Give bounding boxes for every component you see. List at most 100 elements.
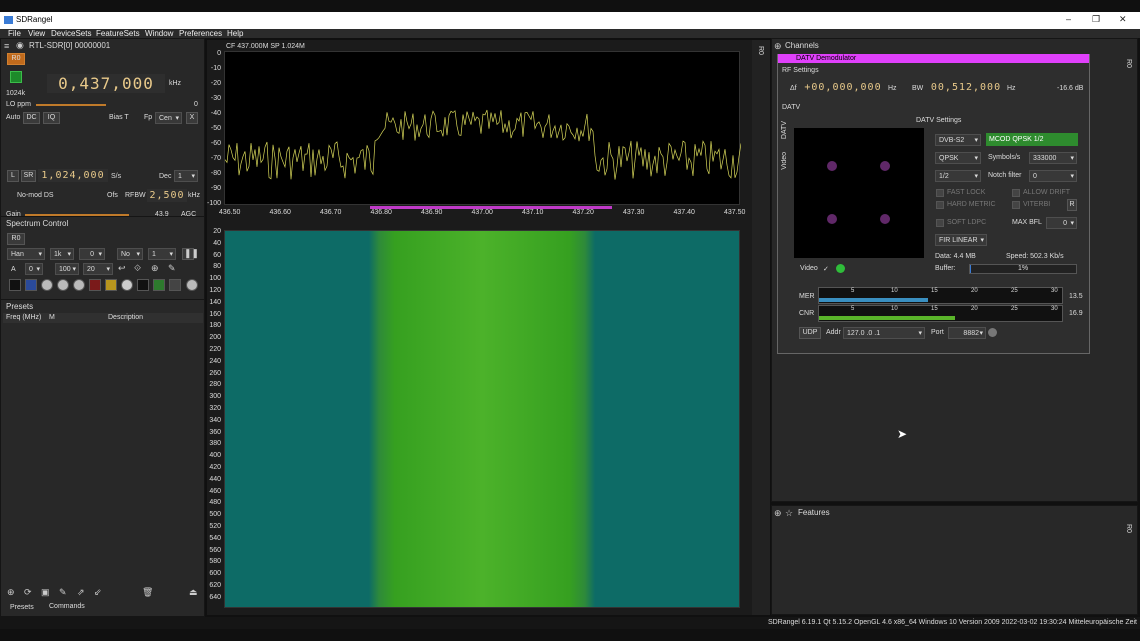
fps-select[interactable]: 20 <box>83 263 113 275</box>
range-select[interactable]: 100 <box>55 263 79 275</box>
dc-button[interactable]: DC <box>23 112 40 124</box>
menu-help[interactable]: Help <box>227 29 243 38</box>
menu-view[interactable]: View <box>28 29 45 38</box>
window-select[interactable]: Han <box>7 248 45 260</box>
notch-input[interactable]: 0 <box>1029 170 1077 182</box>
udp-port-input[interactable]: 8882 <box>948 327 986 339</box>
filter-select[interactable]: FIR LINEAR <box>935 234 987 246</box>
device-power-icon[interactable]: ◉ <box>16 40 24 51</box>
udp-button[interactable]: UDP <box>799 327 821 339</box>
rf-settings-label[interactable]: RF Settings <box>782 67 819 74</box>
fp-select[interactable]: Cen <box>155 112 182 124</box>
soft-ldpc-checkbox[interactable] <box>936 219 944 227</box>
trace-red-button[interactable] <box>89 279 101 291</box>
trace-black2-button[interactable] <box>137 279 149 291</box>
trace-yellow-button[interactable] <box>105 279 117 291</box>
tab-datv[interactable]: DATV <box>781 121 788 139</box>
averaging-select[interactable]: No <box>117 248 143 260</box>
trace-green-button[interactable] <box>153 279 165 291</box>
hard-metric-checkbox[interactable] <box>936 201 944 209</box>
menu-preferences[interactable]: Preferences <box>179 29 222 38</box>
device-menu-icon[interactable]: ≡ <box>4 41 9 51</box>
tab-presets[interactable]: Presets <box>10 604 34 611</box>
sample-rate-display[interactable]: 1,024,000 <box>38 169 108 182</box>
import-preset-icon[interactable]: ⇙ <box>94 587 102 598</box>
waterfall-y-tick: 280 <box>209 381 221 389</box>
l-button[interactable]: L <box>7 170 19 182</box>
allow-drift-checkbox[interactable] <box>1012 189 1020 197</box>
menu-file[interactable]: File <box>8 29 21 38</box>
start-stop-button[interactable] <box>10 71 22 83</box>
channels-r0[interactable]: R0 <box>1125 59 1132 68</box>
curve-icon[interactable]: ↩ <box>118 263 126 274</box>
datv-title-bar[interactable]: DATV Demodulator <box>778 54 1089 63</box>
delete-preset-icon[interactable]: 🗑 <box>142 587 153 598</box>
delta-f-display[interactable]: +00,000,000 <box>800 81 886 94</box>
tab-commands[interactable]: Commands <box>49 603 85 610</box>
ofs-label[interactable]: Ofs <box>107 192 118 199</box>
dec-select[interactable]: 1 <box>174 170 198 182</box>
update-preset-icon[interactable]: ⟳ <box>24 587 32 598</box>
fast-lock-checkbox[interactable] <box>936 189 944 197</box>
load-preset-icon[interactable]: ⏏ <box>189 587 198 598</box>
bw-display[interactable]: 00,512,000 <box>927 81 1005 94</box>
iq-button[interactable]: IQ <box>43 112 60 124</box>
fft-size-select[interactable]: 1k <box>50 248 74 260</box>
trace-blue-button[interactable] <box>25 279 37 291</box>
restore-button[interactable]: ❐ <box>1092 14 1100 25</box>
device-tab[interactable]: R0 <box>7 53 25 65</box>
modulation-select[interactable]: QPSK <box>935 152 981 164</box>
trace-gray-button[interactable] <box>41 279 53 291</box>
trace-white-button[interactable] <box>121 279 133 291</box>
fec-select[interactable]: 1/2 <box>935 170 981 182</box>
close-button[interactable]: ✕ <box>1119 14 1127 25</box>
spectrum-plot[interactable] <box>224 51 742 205</box>
fft-overlap-select[interactable]: 0 <box>79 248 105 260</box>
add-preset-icon[interactable]: ⊕ <box>7 587 15 598</box>
menu-devicesets[interactable]: DeviceSets <box>51 29 91 38</box>
features-r0[interactable]: R0 <box>1125 524 1132 533</box>
trace-gray2-button[interactable] <box>57 279 69 291</box>
col-freq[interactable]: Freq (MHz) <box>6 314 41 321</box>
ref-level-select[interactable]: 0 <box>25 263 43 275</box>
frequency-display[interactable]: 0,437,000 <box>47 74 165 93</box>
trace-gray3-button[interactable] <box>73 279 85 291</box>
tab-video[interactable]: Video <box>781 152 788 170</box>
no-mod-ds-label[interactable]: No-mod DS <box>17 192 54 199</box>
trace-gray4-button[interactable] <box>186 279 198 291</box>
col-description[interactable]: Description <box>108 314 143 321</box>
spectrum-x-tick: 436.90 <box>421 209 443 216</box>
export-preset-icon[interactable]: ⇗ <box>77 587 85 598</box>
udp-address-input[interactable]: 127.0 .0 .1 <box>843 327 925 339</box>
grid-button[interactable] <box>169 279 181 291</box>
max-bfl-input[interactable]: 0 <box>1046 217 1077 229</box>
fp-x-button[interactable]: X <box>186 112 198 124</box>
waterfall-plot[interactable] <box>224 230 740 608</box>
minimize-button[interactable]: – <box>1066 14 1071 24</box>
measure-icon[interactable]: ✎ <box>168 263 176 274</box>
menu-featuresets[interactable]: FeatureSets <box>96 29 140 38</box>
trace-black-button[interactable] <box>9 279 21 291</box>
bias-tee-label[interactable]: Bias T <box>109 114 129 121</box>
spectrum-a-label[interactable]: A <box>11 266 16 273</box>
crosshair-icon[interactable]: ⊕ <box>151 263 159 274</box>
rfbw-display[interactable]: 2,500 <box>147 189 187 202</box>
menu-window[interactable]: Window <box>145 29 173 38</box>
features-add-icon[interactable]: ⊕ <box>774 508 782 519</box>
lo-ppm-slider[interactable] <box>36 104 106 106</box>
sr-button[interactable]: SR <box>21 170 36 182</box>
spectrum-control-tab[interactable]: R0 <box>7 233 25 245</box>
video-checkbox[interactable]: ✓ <box>823 265 829 273</box>
datv-settings-title: DATV Settings <box>916 117 962 124</box>
datv-section-label[interactable]: DATV <box>782 104 800 111</box>
average-count-select[interactable]: 1 <box>148 248 176 260</box>
channel-strip-r0[interactable]: R0 <box>757 46 764 55</box>
standard-select[interactable]: DVB-S2 <box>935 134 981 146</box>
col-mode[interactable]: M <box>49 314 55 321</box>
edit-preset-icon[interactable]: ✎ <box>59 587 67 598</box>
marker-icon[interactable]: ⟐ <box>134 263 141 274</box>
symbol-rate-input[interactable]: 333000 <box>1029 152 1077 164</box>
reset-button[interactable]: R <box>1067 199 1077 211</box>
viterbi-checkbox[interactable] <box>1012 201 1020 209</box>
save-preset-icon[interactable]: ▣ <box>41 587 50 598</box>
